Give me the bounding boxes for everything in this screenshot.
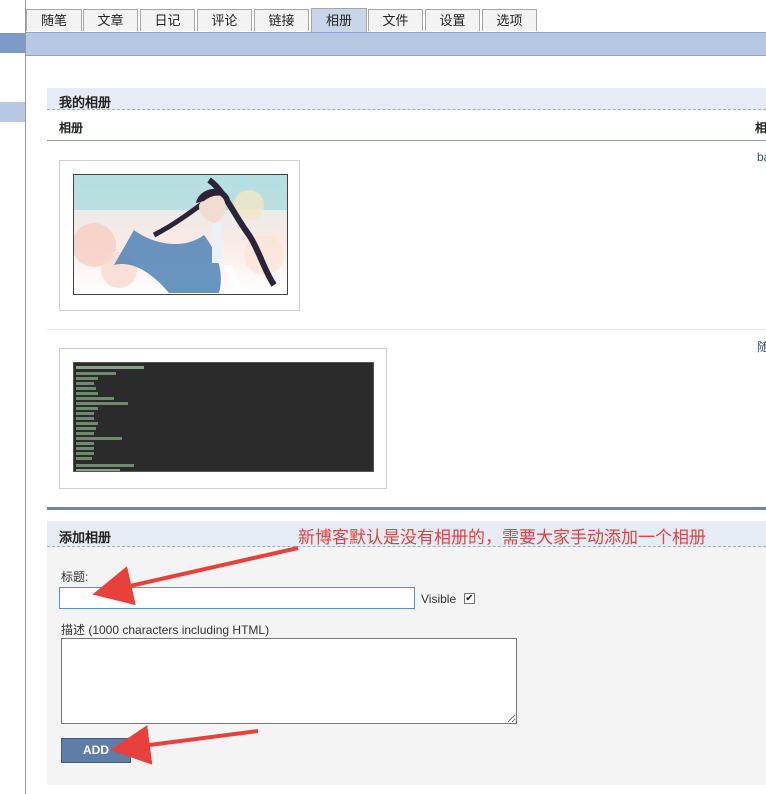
annotation-arrow-add (110, 725, 259, 765)
annotation-arrow-title (92, 546, 299, 606)
annotation-arrows (92, 546, 299, 765)
